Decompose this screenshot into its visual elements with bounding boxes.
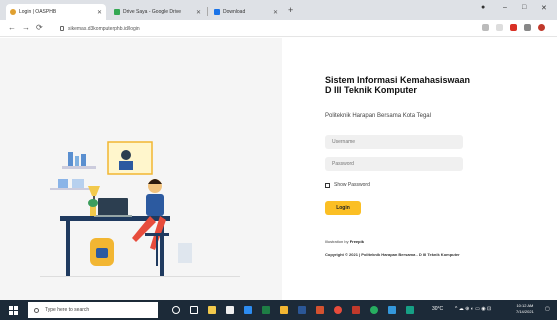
star-icon[interactable]: [496, 24, 503, 31]
tab-download[interactable]: Download ✕: [210, 4, 282, 20]
weather-temp[interactable]: 30°C: [432, 306, 443, 312]
minimize-button[interactable]: –: [503, 4, 507, 11]
mail-icon[interactable]: [244, 306, 252, 314]
show-password-checkbox[interactable]: [325, 182, 330, 188]
close-tab-icon[interactable]: ✕: [273, 9, 278, 16]
illustration-credit: Illustration by Freepik: [325, 239, 364, 244]
forward-arrow-icon[interactable]: →: [22, 23, 30, 32]
tab-drive[interactable]: Drive Saya - Google Drive ✕: [110, 4, 205, 20]
page-subtitle: Politeknik Harapan Bersama Kota Tegal: [325, 113, 431, 119]
file-explorer-icon[interactable]: [208, 306, 216, 314]
app-icon[interactable]: [370, 306, 378, 314]
copyright-text: Copyright © 2021 | Politeknik Harapan Be…: [325, 252, 460, 257]
maximize-button[interactable]: □: [522, 4, 526, 11]
drive-icon: [114, 9, 120, 15]
close-tab-icon[interactable]: ✕: [97, 9, 102, 16]
back-arrow-icon[interactable]: ←: [8, 23, 16, 32]
password-input[interactable]: [325, 157, 463, 171]
system-tray-icons[interactable]: ^ ☁ ⊕ ◐ ▭ ◉ ⊡: [455, 306, 491, 312]
address-bar[interactable]: sikemas.d3komputerphb.id/login: [60, 23, 460, 34]
credit-prefix: Illustration by: [325, 239, 349, 244]
task-view-icon[interactable]: [190, 306, 198, 314]
url-text: sikemas.d3komputerphb.id/login: [68, 25, 140, 32]
avatar[interactable]: [538, 24, 545, 31]
cortana-icon[interactable]: [172, 306, 180, 314]
taskbar-search[interactable]: Type here to search: [28, 302, 158, 318]
download-icon: [214, 9, 220, 15]
extension-icon[interactable]: [510, 24, 517, 31]
username-input[interactable]: [325, 135, 463, 149]
app-icon[interactable]: [280, 306, 288, 314]
powerpoint-icon[interactable]: [316, 306, 324, 314]
chrome-icon[interactable]: [334, 306, 342, 314]
new-tab-button[interactable]: +: [288, 5, 293, 15]
app-icon[interactable]: [406, 306, 414, 314]
clock-date: 7/14/2021: [516, 309, 534, 314]
favicon-icon: [10, 9, 16, 15]
tab-separator: [207, 7, 208, 16]
translate-icon[interactable]: [482, 24, 489, 31]
tab-login[interactable]: Login | OASPHB ✕: [6, 4, 106, 20]
page-content: Sistem Informasi Kemahasiswaan D III Tek…: [0, 38, 557, 300]
taskbar-clock[interactable]: 10:12 AM 7/14/2021: [516, 303, 534, 315]
tab-label: Login | OASPHB: [19, 9, 57, 15]
credit-link[interactable]: Freepik: [350, 239, 364, 244]
search-placeholder: Type here to search: [45, 307, 90, 313]
excel-icon[interactable]: [262, 306, 270, 314]
login-panel: Sistem Informasi Kemahasiswaan D III Tek…: [282, 38, 557, 300]
windows-start-icon[interactable]: [9, 306, 18, 315]
puzzle-icon[interactable]: [524, 24, 531, 31]
app-icon[interactable]: [388, 306, 396, 314]
notification-icon[interactable]: ▢: [545, 306, 550, 312]
word-icon[interactable]: [298, 306, 306, 314]
browser-tab-bar: Login | OASPHB ✕ Drive Saya - Google Dri…: [0, 0, 557, 20]
close-tab-icon[interactable]: ✕: [196, 9, 201, 16]
browser-toolbar: ← → ⟳ sikemas.d3komputerphb.id/login: [0, 20, 557, 37]
student-illustration: [40, 141, 240, 277]
tab-label: Download: [223, 9, 246, 15]
search-icon: [34, 307, 39, 313]
tab-label: Drive Saya - Google Drive: [123, 9, 182, 15]
windows-taskbar: Type here to search 30°C ^ ☁ ⊕ ◐ ▭ ◉ ⊡ 1…: [0, 300, 557, 320]
show-password-row[interactable]: Show Password: [325, 182, 370, 188]
page-title: Sistem Informasi Kemahasiswaan D III Tek…: [325, 75, 471, 95]
show-password-label: Show Password: [334, 182, 370, 188]
close-window-button[interactable]: ✕: [541, 4, 547, 12]
reload-icon[interactable]: ⟳: [36, 23, 43, 32]
store-icon[interactable]: [226, 306, 234, 314]
screen: Login | OASPHB ✕ Drive Saya - Google Dri…: [0, 0, 557, 320]
lock-icon: [60, 26, 64, 31]
login-button[interactable]: Login: [325, 201, 361, 215]
profile-icon[interactable]: ●: [481, 4, 485, 11]
illustration-panel: [0, 38, 282, 300]
app-icon[interactable]: [352, 306, 360, 314]
